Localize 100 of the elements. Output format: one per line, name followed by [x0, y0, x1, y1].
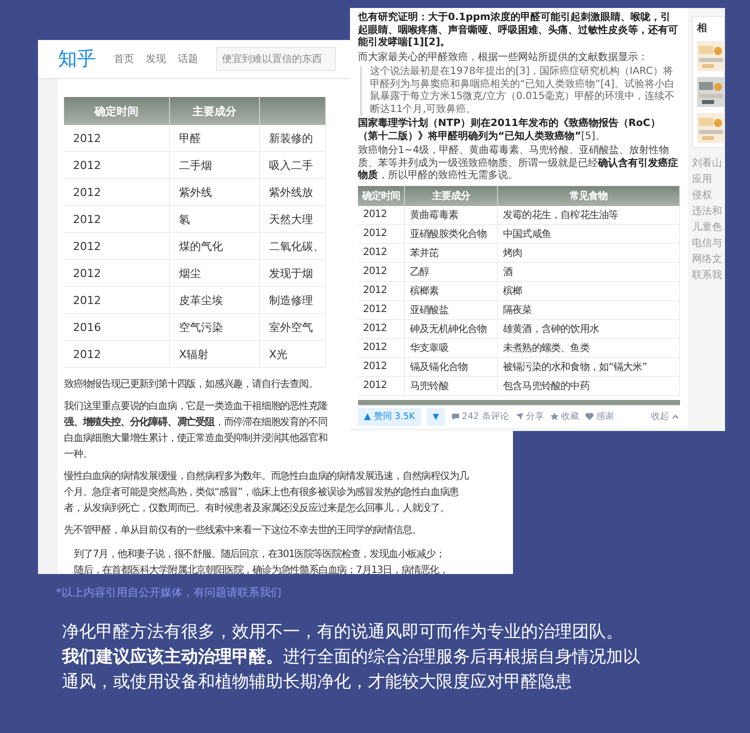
paragraph: 也有研究证明：大于0.1ppm浓度的甲醛可能引起刺激眼睛、喉咙，引起眼睛、咽喉疼痛、声音嘶哑、呼吸困难、头痛、过敏性皮炎等，还有可能引发哮喘[1][2]。 [358, 12, 679, 50]
nav-link[interactable]: 话题 [178, 52, 198, 66]
table-cell: 二氧化碳、 [260, 232, 326, 260]
table-cell: 吸入二手 [260, 152, 326, 178]
table-cell: 乙醇 [404, 262, 498, 281]
column-header: 主要成分 [170, 97, 260, 125]
table-cell: 黄曲霉毒素 [404, 206, 498, 224]
table-cell: 2012 [64, 125, 170, 152]
footer-link[interactable]: 刘看山 [692, 157, 725, 170]
text-line: 先不管甲醛，单从目前仅有的一些线索中来看一下这位不幸去世的王同学的病情信息。 [64, 524, 422, 538]
search-field[interactable]: 便宜到难以置信的东西 [216, 47, 336, 71]
site-logo[interactable]: 知乎 [58, 46, 96, 72]
table-cell: 煤的气化 [170, 232, 260, 260]
source-note: *以上内容引用自公开媒体，有问题请联系我们 [56, 585, 282, 600]
table-cell: 制造修理 [260, 286, 326, 314]
sidebar-title: 相 [697, 22, 708, 35]
body-text: 我们建议应该主动治理甲醛。进行全面的综合治理服务后再根据自身情况加以通风，或使用设备和植物辅助长期净化，才能较大限度应对甲醛隐患 [60, 646, 641, 694]
text-line: 致癌物报告现已更新到第十四版，如感兴趣，请自行去查阅。 [64, 378, 318, 392]
text-line: 强、增殖失控、分化障碍、凋亡受阻，而停滞在细胞发育的不同 [64, 415, 328, 430]
action-link[interactable]: 感谢 [584, 410, 614, 423]
table-cell: 2012 [64, 206, 170, 232]
table-cell: 苯并芘 [404, 243, 498, 262]
upvote-button[interactable]: ▲ 赞同 3.5K [358, 408, 421, 426]
table-cell: 隔夜菜 [498, 300, 680, 319]
column-header: 确定时间 [64, 97, 170, 125]
table-cell: 2012 [358, 300, 404, 319]
table-cell: 甲醛 [170, 125, 260, 152]
table-cell: 2012 [358, 357, 404, 376]
footer-link[interactable]: 违法和 [692, 205, 725, 218]
column-header: 主要成分 [404, 186, 498, 206]
text-line: 一种。 [64, 448, 92, 462]
paragraph: 国家毒理学计划（NTP）则在2011年发布的《致癌物报告（RoC）（第十二版）》将甲醛明确列为“已知人类致癌物”[5]。 [358, 118, 662, 143]
table-cell: 槟榔素 [404, 281, 498, 300]
table-cell: 2012 [358, 319, 404, 338]
table-cell: 新装修的 [260, 125, 326, 152]
table-cell: 2012 [358, 376, 404, 395]
table-cell: 二手烟 [170, 152, 260, 178]
table-cell: 2012 [358, 206, 404, 224]
table-cell: 2012 [64, 286, 170, 314]
table-cell: X光 [260, 340, 326, 368]
paragraph: 而大家最关心的甲醛致癌，根据一些网站所提供的文献数据显示： [358, 52, 649, 64]
downvote-button[interactable]: ▼ [426, 408, 445, 426]
table-cell: 华支睾吸 [404, 338, 498, 357]
table-cell: 天然大理 [260, 206, 326, 232]
footer-link[interactable]: 侵权 [692, 189, 725, 202]
table-cell: 未煮熟的螺类、鱼类 [498, 338, 680, 357]
action-link[interactable]: 分享 [514, 410, 544, 423]
text-line: 到了7月，他和妻子说，很不舒服。随后回京，在301医院等医院检查，发现血小板减少； [74, 548, 445, 562]
collapse-link[interactable]: 收起 [651, 410, 680, 423]
table-cell: 烤肉 [498, 243, 680, 262]
table-cell: 被镉污染的水和食物，如“镉大米” [498, 357, 680, 376]
footer-link[interactable]: 联系我 [692, 269, 725, 282]
table-cell: 槟榔 [498, 281, 680, 300]
table-cell: 室外空气 [260, 314, 326, 340]
table-cell: 2012 [358, 224, 404, 243]
text-line: 白血病细胞大量增生累计，使正常造血受抑制并浸润其他器官和 [64, 432, 328, 446]
table-cell: 2012 [64, 178, 170, 206]
table-cell: 砷及无机砷化合物 [404, 319, 498, 338]
send-icon [514, 412, 524, 421]
table-cell: 2012 [358, 281, 404, 300]
text-line: 慢性白血病的病情发展缓慢，自然病程多为数年。而急性白血病的病情发展迅速，自然病程仅为几 [64, 470, 468, 484]
action-link[interactable]: 242 条评论 [450, 410, 509, 423]
star-icon [550, 412, 559, 421]
column-header: 确定时间 [358, 186, 404, 206]
table-cell: 中国式咸鱼 [498, 224, 680, 243]
footer-link[interactable]: 网络文 [692, 253, 725, 266]
table-cell: 2016 [64, 314, 170, 340]
table-cell: 亚硝酸盐 [404, 300, 498, 319]
table-cell: 亚硝酸胺类化合物 [404, 224, 498, 243]
nav-link[interactable]: 发现 [146, 52, 166, 66]
table-cell: 雄黄酒，含砷的饮用水 [498, 319, 680, 338]
column-header: 常见食物 [498, 186, 680, 206]
table-cell: 发霉的花生，自榨花生油等 [498, 206, 680, 224]
footer-link[interactable]: 电信与 [692, 237, 725, 250]
footer-link[interactable]: 应用 [692, 173, 725, 186]
text-line: 我们这里重点要说的白血病，它是一类造血干祖细胞的恶性克隆 [64, 400, 328, 414]
nav-link[interactable]: 首页 [114, 52, 134, 66]
text-line: 个月。急症者可能是突然高热，类似“感冒”，临床上也有很多被误诊为感冒发热的急性白血病患 [64, 486, 459, 500]
text-line: 者，从发病到死亡，仅数周而已。有时候患者及家属还没反应过来是怎么回事儿，人就没了。 [64, 502, 450, 516]
table-cell: 2012 [64, 340, 170, 368]
table-cell: 包含马兜铃酸的中药 [498, 376, 680, 395]
table-cell: 空气污染 [170, 314, 260, 340]
table-cell: 2012 [358, 262, 404, 281]
table-cell: 氡 [170, 206, 260, 232]
action-link[interactable]: 收藏 [550, 410, 579, 423]
table-cell: 2012 [358, 338, 404, 357]
footer-link[interactable]: 儿童色 [692, 221, 725, 234]
table-cell: 烟尘 [170, 260, 260, 286]
table-cell: 皮革尘埃 [170, 286, 260, 314]
paragraph: 致癌物分1~4级，甲醛、黄曲霉毒素、马兜铃酸、亚硝酸盐、放射性物质、苯等并列成为一级强致癌物质。所谓一级就是已经确认含有引发癌症物质，所以甲醛的致癌性无需多说。 [358, 145, 679, 182]
table-cell: 马兜铃酸 [404, 376, 498, 395]
chevron-up-icon [671, 412, 680, 421]
table-cell: X辐射 [170, 340, 260, 368]
body-text: 净化甲醛方法有很多，效用不一，有的说通风即可而作为专业的治理团队。 [61, 621, 624, 644]
table-cell: 2012 [64, 260, 170, 286]
blockquote: 这个说法最初是在1978年提出的[3]，国际癌症研究机构（IARC）将甲醛列为与鼻窦癌和鼻咽癌相关的“已知人类致癌物”[4]。试验将小白鼠暴露于每立方米15微克/立方（0.015毫克）甲醛的环境中，连续不断达11个月,可致鼻癌。 [360, 66, 680, 116]
table-cell: 发现于烟 [260, 260, 326, 286]
comment-icon [450, 412, 460, 421]
table-cell: 紫外线 [170, 178, 260, 206]
table-cell: 2012 [358, 243, 404, 262]
